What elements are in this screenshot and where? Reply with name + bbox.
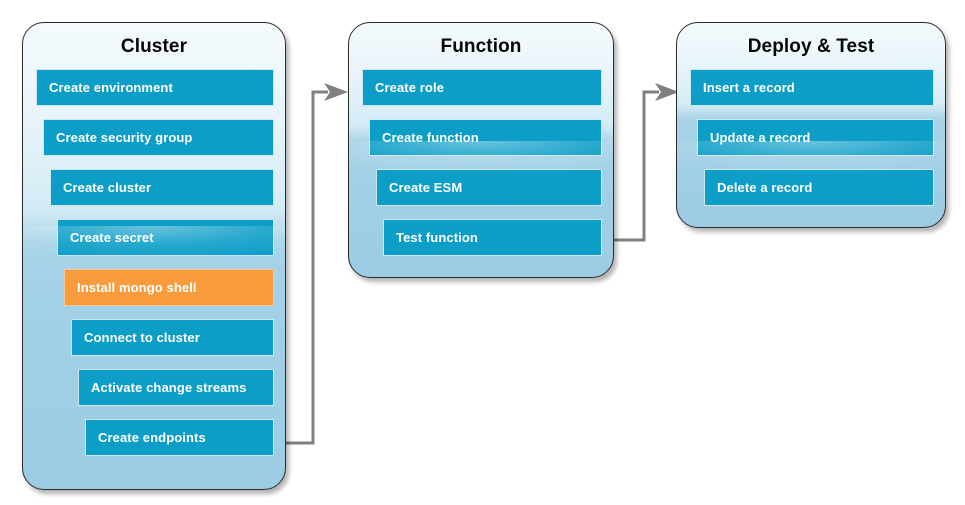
step-label: Connect to cluster bbox=[84, 330, 200, 345]
step-label: Activate change streams bbox=[91, 380, 247, 395]
panel-title-deploy-and-test: Deploy & Test bbox=[747, 36, 875, 57]
panel-title-cluster: Cluster bbox=[120, 36, 188, 57]
step-update-a-record[interactable]: Update a record bbox=[697, 119, 934, 156]
panel-function: Function Create role Create function Cre… bbox=[348, 22, 614, 278]
step-delete-a-record[interactable]: Delete a record bbox=[704, 169, 934, 206]
step-label: Update a record bbox=[710, 130, 811, 145]
diagram-canvas: Cluster Create environment Create securi… bbox=[0, 0, 965, 505]
panel-deploy-and-test: Deploy & Test Insert a record Update a r… bbox=[676, 22, 946, 228]
step-create-secret[interactable]: Create secret bbox=[57, 219, 274, 256]
step-create-cluster[interactable]: Create cluster bbox=[50, 169, 274, 206]
step-label: Create environment bbox=[49, 80, 173, 95]
step-label: Install mongo shell bbox=[77, 280, 197, 295]
step-create-role[interactable]: Create role bbox=[362, 69, 602, 106]
step-test-function[interactable]: Test function bbox=[383, 219, 602, 256]
step-label: Create secret bbox=[70, 230, 154, 245]
step-create-environment[interactable]: Create environment bbox=[36, 69, 274, 106]
step-label: Create security group bbox=[56, 130, 193, 145]
step-create-function[interactable]: Create function bbox=[369, 119, 602, 156]
step-label: Create endpoints bbox=[98, 430, 206, 445]
step-label: Test function bbox=[396, 230, 478, 245]
connector-cluster-to-function bbox=[283, 83, 348, 445]
step-label: Create role bbox=[375, 80, 445, 95]
step-install-mongo-shell[interactable]: Install mongo shell bbox=[64, 269, 274, 306]
step-label: Delete a record bbox=[717, 180, 813, 195]
step-label: Create cluster bbox=[63, 180, 152, 195]
connector-function-to-deploy bbox=[611, 83, 679, 242]
step-label: Create ESM bbox=[389, 180, 463, 195]
step-create-esm[interactable]: Create ESM bbox=[376, 169, 602, 206]
step-activate-change-streams[interactable]: Activate change streams bbox=[78, 369, 274, 406]
step-insert-a-record[interactable]: Insert a record bbox=[690, 69, 934, 106]
panel-title-function: Function bbox=[440, 36, 522, 57]
step-label: Create function bbox=[382, 130, 479, 145]
step-connect-to-cluster[interactable]: Connect to cluster bbox=[71, 319, 274, 356]
step-label: Insert a record bbox=[703, 80, 795, 95]
step-create-endpoints[interactable]: Create endpoints bbox=[85, 419, 274, 456]
panel-cluster: Cluster Create environment Create securi… bbox=[22, 22, 286, 490]
step-create-security-group[interactable]: Create security group bbox=[43, 119, 274, 156]
